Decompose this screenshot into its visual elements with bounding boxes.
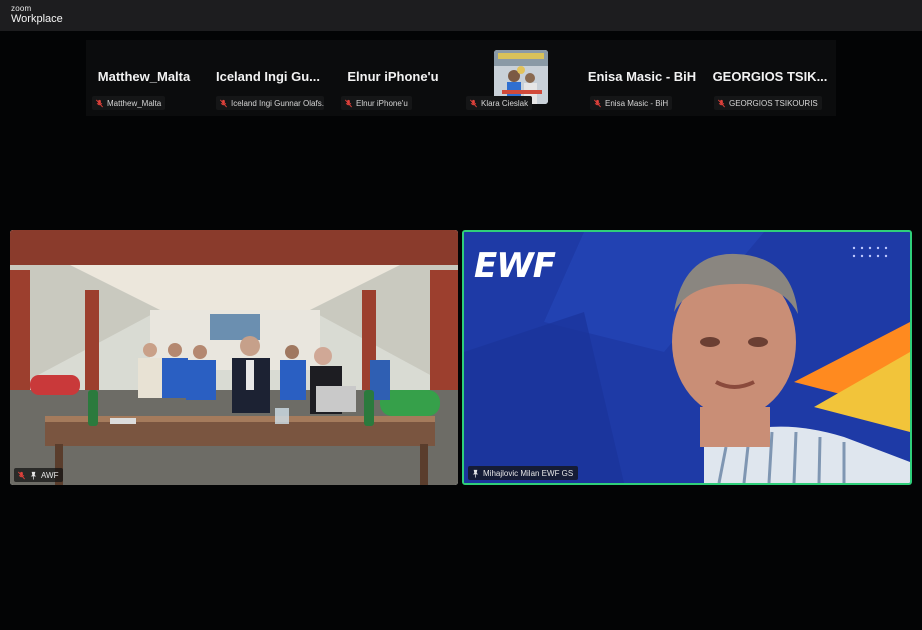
video-label-text: AWF xyxy=(41,470,59,480)
participant-name-label: Elnur iPhone'u xyxy=(341,96,412,110)
participant-name-label: Matthew_Malta xyxy=(92,96,166,110)
video-tile-active-speaker[interactable]: EWF Mihajlovic Milan EWF GS xyxy=(462,230,912,485)
video-name-label: Mihajlovic Milan EWF GS xyxy=(468,466,579,480)
participant-display-name: Iceland Ingi Gu... xyxy=(215,69,320,84)
video-name-label: AWF xyxy=(14,468,64,482)
ewf-logo-text: EWF xyxy=(474,246,556,286)
participant-display-name: Matthew_Malta xyxy=(97,69,191,84)
participant-tile[interactable]: Matthew_Malta Matthew_Malta xyxy=(86,40,202,116)
participant-label-text: Klara Cieslak xyxy=(481,98,529,108)
mic-off-icon xyxy=(718,99,725,107)
brand-small: zoom xyxy=(11,4,32,13)
pin-icon xyxy=(30,471,37,480)
mic-off-icon xyxy=(594,99,601,107)
mic-off-icon xyxy=(96,99,103,107)
pin-icon xyxy=(472,469,479,478)
mic-off-icon xyxy=(18,471,25,479)
participant-label-text: Iceland Ingi Gunnar Olafs... xyxy=(231,98,324,108)
awf-room-video xyxy=(10,230,458,485)
participant-name-label: Enisa Masic - BiH xyxy=(590,96,673,110)
participant-name-label: GEORGIOS TSIKOURIS xyxy=(714,96,822,110)
participant-display-name: Enisa Masic - BiH xyxy=(587,69,697,84)
mic-off-icon xyxy=(345,99,352,107)
participant-tile[interactable]: Enisa Masic - BiH Enisa Masic - BiH xyxy=(584,40,700,116)
participant-label-text: Enisa Masic - BiH xyxy=(605,98,669,108)
participant-label-text: GEORGIOS TSIKOURIS xyxy=(729,98,818,108)
participant-tile[interactable]: GEORGIOS TSIK... GEORGIOS TSIKOURIS xyxy=(708,40,832,116)
participant-display-name: Elnur iPhone'u xyxy=(347,69,439,84)
participant-display-name: GEORGIOS TSIK... xyxy=(712,69,828,84)
participant-name-label: Iceland Ingi Gunnar Olafs... xyxy=(216,96,324,110)
participant-strip: Matthew_Malta Matthew_Malta Iceland Ingi… xyxy=(86,40,836,116)
zoom-workplace-logo: zoom Workplace xyxy=(11,5,63,25)
participant-tile[interactable]: Iceland Ingi Gu... Iceland Ingi Gunnar O… xyxy=(210,40,326,116)
participant-label-text: Matthew_Malta xyxy=(107,98,162,108)
ewf-logo: EWF xyxy=(474,246,556,286)
video-tile-awf[interactable]: AWF xyxy=(10,230,458,485)
mic-off-icon xyxy=(470,99,477,107)
brand-big: Workplace xyxy=(11,13,63,25)
mic-off-icon xyxy=(220,99,227,107)
video-label-text: Mihajlovic Milan EWF GS xyxy=(483,468,574,478)
participant-label-text: Elnur iPhone'u xyxy=(356,98,408,108)
title-bar: zoom Workplace xyxy=(0,0,922,31)
participant-tile[interactable]: Klara Cieslak xyxy=(460,40,576,116)
participant-tile[interactable]: Elnur iPhone'u Elnur iPhone'u xyxy=(335,40,451,116)
participant-name-label: Klara Cieslak xyxy=(466,96,533,110)
